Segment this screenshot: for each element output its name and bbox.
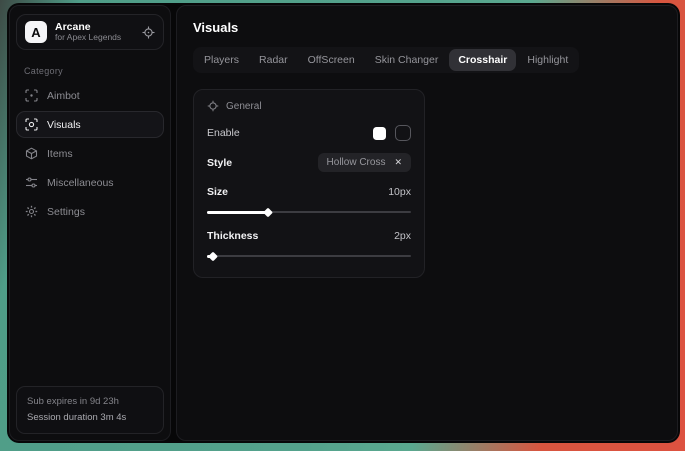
sidebar: A Arcane for Apex Legends Category xyxy=(9,5,171,441)
sidebar-item-label: Aimbot xyxy=(47,90,80,102)
tab-bar: Players Radar OffScreen Skin Changer Cro… xyxy=(193,47,579,73)
size-slider-thumb[interactable] xyxy=(263,207,273,217)
brand-card: A Arcane for Apex Legends xyxy=(16,14,164,50)
category-label: Category xyxy=(24,66,164,76)
sidebar-item-miscellaneous[interactable]: Miscellaneous xyxy=(16,169,164,196)
enable-controls xyxy=(373,125,411,141)
thickness-slider[interactable] xyxy=(207,249,411,263)
enable-label: Enable xyxy=(207,127,240,139)
clear-icon[interactable]: ✕ xyxy=(394,158,402,167)
thickness-slider-track xyxy=(207,255,411,257)
tab-players[interactable]: Players xyxy=(195,49,248,71)
general-card-header: General xyxy=(207,100,411,112)
thickness-row: Thickness 2px xyxy=(207,227,411,245)
gear-icon xyxy=(25,205,38,218)
style-label: Style xyxy=(207,157,232,169)
style-row: Style Hollow Cross ✕ xyxy=(207,153,411,172)
sidebar-item-label: Items xyxy=(47,148,73,160)
app-window: A Arcane for Apex Legends Category xyxy=(7,3,680,443)
enable-color-swatch[interactable] xyxy=(373,127,386,140)
enable-row: Enable xyxy=(207,124,411,142)
thickness-slider-thumb[interactable] xyxy=(208,251,218,261)
style-select-value: Hollow Cross xyxy=(327,157,386,168)
general-card-title: General xyxy=(226,101,262,112)
app-logo: A xyxy=(25,21,47,43)
thickness-value: 2px xyxy=(394,230,411,242)
size-row: Size 10px xyxy=(207,183,411,201)
size-label: Size xyxy=(207,186,228,198)
app-subtitle: for Apex Legends xyxy=(55,33,134,43)
crosshair-icon xyxy=(25,89,38,102)
sidebar-item-label: Settings xyxy=(47,206,85,218)
style-select[interactable]: Hollow Cross ✕ xyxy=(318,153,411,172)
general-card: General Enable Style Hollow Cross ✕ xyxy=(193,89,425,278)
page-title: Visuals xyxy=(193,20,661,35)
thickness-label: Thickness xyxy=(207,230,258,242)
scan-crosshair-icon xyxy=(207,100,219,112)
tab-skin-changer[interactable]: Skin Changer xyxy=(366,49,448,71)
tab-offscreen[interactable]: OffScreen xyxy=(299,49,364,71)
subscription-info: Sub expires in 9d 23h Session duration 3… xyxy=(16,386,164,434)
tab-highlight[interactable]: Highlight xyxy=(518,49,577,71)
sidebar-item-visuals[interactable]: Visuals xyxy=(16,111,164,138)
eye-scan-icon xyxy=(25,118,38,131)
target-icon[interactable] xyxy=(142,26,155,39)
tab-crosshair[interactable]: Crosshair xyxy=(449,49,516,71)
game-background: A Arcane for Apex Legends Category xyxy=(0,0,685,451)
sidebar-item-settings[interactable]: Settings xyxy=(16,198,164,225)
sidebar-nav: Aimbot Visuals xyxy=(16,82,164,225)
size-value: 10px xyxy=(388,186,411,198)
sliders-icon xyxy=(25,176,38,189)
tab-radar[interactable]: Radar xyxy=(250,49,297,71)
cube-icon xyxy=(25,147,38,160)
main-panel: Visuals Players Radar OffScreen Skin Cha… xyxy=(176,5,678,441)
session-duration-text: Session duration 3m 4s xyxy=(27,410,153,426)
brand-text: Arcane for Apex Legends xyxy=(55,21,134,43)
enable-checkbox[interactable] xyxy=(395,125,411,141)
size-slider-fill xyxy=(207,211,268,214)
sidebar-item-aimbot[interactable]: Aimbot xyxy=(16,82,164,109)
sidebar-item-label: Visuals xyxy=(47,119,81,131)
sidebar-item-items[interactable]: Items xyxy=(16,140,164,167)
sub-expires-text: Sub expires in 9d 23h xyxy=(27,394,153,410)
sidebar-item-label: Miscellaneous xyxy=(47,177,114,189)
size-slider[interactable] xyxy=(207,205,411,219)
